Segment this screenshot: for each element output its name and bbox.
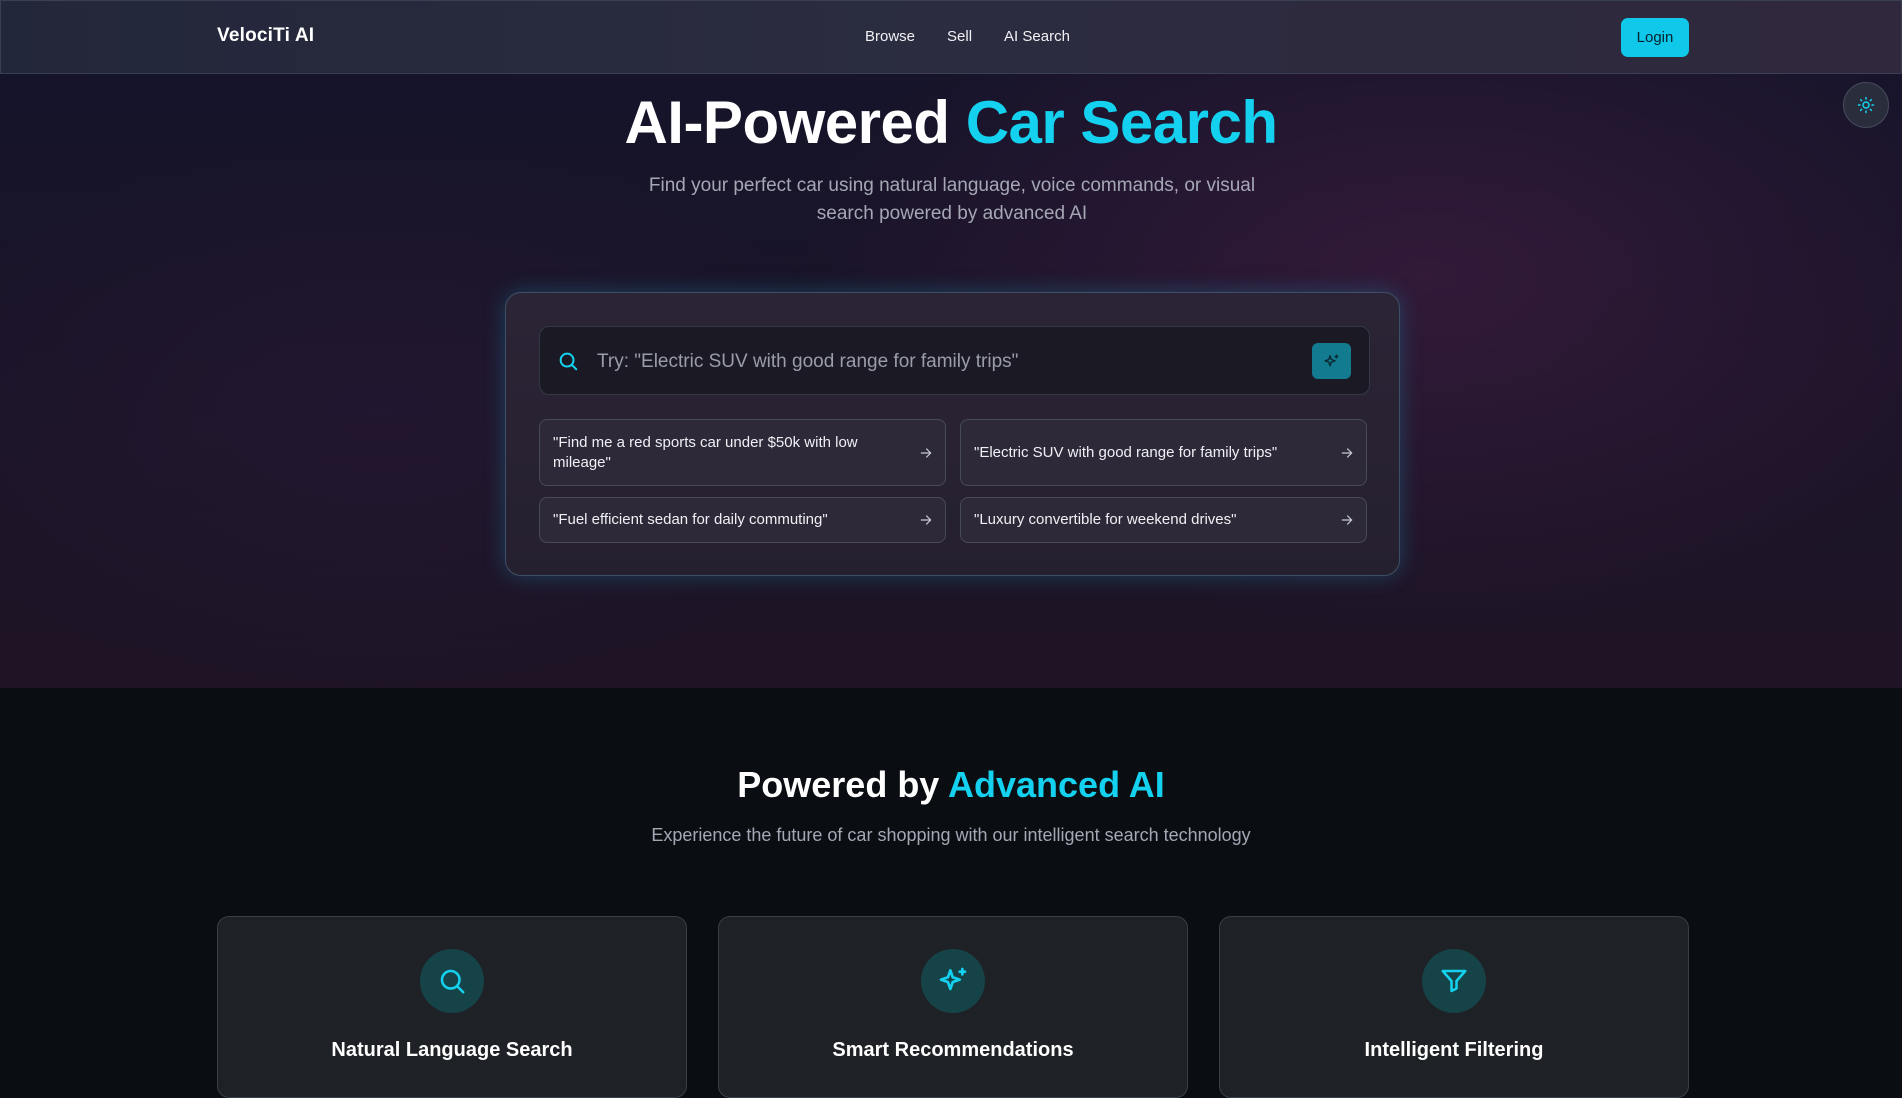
suggestion-text: "Electric SUV with good range for family… <box>974 443 1278 461</box>
arrow-right-icon <box>1341 447 1353 458</box>
features-title-accent: Advanced AI <box>948 764 1165 805</box>
top-navbar: VelociTi AI Browse Sell AI Search Login <box>0 0 1902 74</box>
suggestion-chip[interactable]: "Fuel efficient sedan for daily commutin… <box>539 497 946 543</box>
feature-card-natural-language: Natural Language Search <box>217 916 687 1098</box>
search-input[interactable] <box>595 327 1299 396</box>
search-card: "Find me a red sports car under $50k wit… <box>505 292 1400 576</box>
nav-link-browse[interactable]: Browse <box>865 28 915 45</box>
ai-search-button[interactable] <box>1312 343 1351 379</box>
login-button[interactable]: Login <box>1621 18 1689 57</box>
search-box <box>539 326 1370 396</box>
filter-icon <box>1441 969 1467 993</box>
feature-card-intelligent-filtering: Intelligent Filtering <box>1219 916 1689 1098</box>
feature-title: Intelligent Filtering <box>1364 1039 1544 1061</box>
suggestion-text: "Find me a red sports car under $50k wit… <box>553 433 858 471</box>
hero-title-accent: Car Search <box>965 89 1278 156</box>
feature-title: Natural Language Search <box>331 1039 573 1061</box>
feature-icon-circle <box>1422 949 1486 1013</box>
features-title-main: Powered by <box>737 764 940 805</box>
suggestion-chip[interactable]: "Luxury convertible for weekend drives" <box>960 497 1367 543</box>
feature-icon-circle <box>420 949 484 1013</box>
sparkles-icon <box>1324 353 1339 366</box>
sparkles-icon <box>939 967 967 991</box>
brand-logo[interactable]: VelociTi AI <box>217 25 314 47</box>
feature-title: Smart Recommendations <box>832 1039 1074 1061</box>
arrow-right-icon <box>920 515 932 525</box>
feature-card-smart-recommendations: Smart Recommendations <box>718 916 1188 1098</box>
hero-subtitle: Find your perfect car using natural lang… <box>648 175 1256 224</box>
search-icon <box>559 352 578 371</box>
feature-icon-circle <box>921 949 985 1013</box>
hero-title-main: AI-Powered <box>624 89 950 156</box>
suggestion-text: "Luxury convertible for weekend drives" <box>974 511 1237 528</box>
nav-link-ai-search[interactable]: AI Search <box>1004 28 1070 45</box>
search-icon <box>440 969 465 994</box>
suggestion-chip[interactable]: "Electric SUV with good range for family… <box>960 419 1367 486</box>
nav-link-sell[interactable]: Sell <box>947 28 972 45</box>
suggestion-chip[interactable]: "Find me a red sports car under $50k wit… <box>539 419 946 486</box>
features-title: Powered by Advanced AI <box>0 764 1902 806</box>
nav-links: Browse Sell AI Search <box>865 28 1070 45</box>
suggestion-text: "Fuel efficient sedan for daily commutin… <box>553 511 828 528</box>
arrow-right-icon <box>1341 515 1353 525</box>
hero-title: AI-Powered Car Search <box>0 88 1902 157</box>
arrow-right-icon <box>920 447 932 458</box>
features-subtitle: Experience the future of car shopping wi… <box>651 825 1251 845</box>
